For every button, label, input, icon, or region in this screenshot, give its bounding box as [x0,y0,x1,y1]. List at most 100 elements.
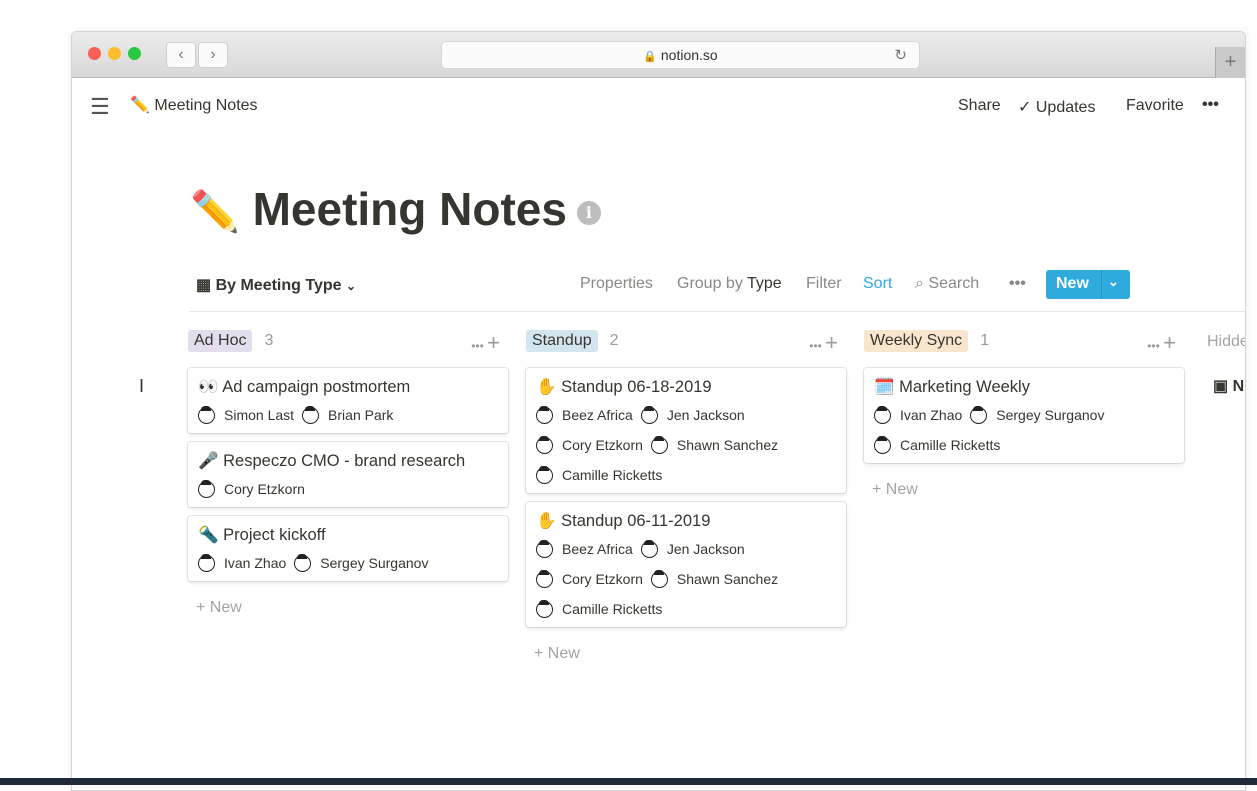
card-title-text: Ad campaign postmortem [222,378,411,396]
avatar [536,405,553,424]
add-new-card-button[interactable]: + New [864,481,1184,499]
chevron-down-icon: ⌄ [345,279,357,293]
share-button[interactable]: Share [958,97,1001,115]
page-title[interactable]: ✏️ Meeting Notes i [190,182,601,236]
add-new-label: New [209,599,242,616]
hidden-item[interactable]: ▣ N [1213,376,1244,396]
breadcrumb[interactable]: ✏️ Meeting Notes [130,95,258,115]
person: Ivan Zhao [874,405,962,425]
hidden-column-header[interactable]: Hidden [1207,333,1245,351]
hidden-item-label: N [1232,378,1245,395]
board-column: Ad Hoc 3 ••• + 👀 Ad campaign postmortem Simo… [188,330,508,617]
view-label: By Meeting Type [215,277,342,294]
browser-window: ‹ › 🔒 notion.so ↻ + ☰ ✏️ Meeting Notes Sh… [71,31,1246,791]
card[interactable]: 🗓️ Marketing Weekly Ivan Zhao Sergey Surga… [864,368,1184,463]
card-title-text: Marketing Weekly [899,378,1030,396]
hamburger-menu-icon[interactable]: ☰ [90,94,110,120]
card-emoji-icon: 🔦 [198,526,219,544]
person: Jen Jackson [640,405,745,425]
card-title: ✋ Standup 06-18-2019 [536,378,836,397]
person: Cory Etzkorn [536,569,643,589]
avatar [536,465,553,484]
column-more-icon[interactable]: ••• [471,339,487,353]
column-header: Ad Hoc 3 ••• + [188,330,508,356]
new-button[interactable]: New ⌄ [1046,270,1130,299]
avatar [198,553,215,572]
pencil-icon: ✏️ [130,97,150,114]
updates-label: Updates [1035,99,1096,116]
column-tag[interactable]: Ad Hoc [188,330,253,352]
minimize-window-button[interactable] [108,47,121,60]
person-name: Simon Last [224,407,295,423]
card-emoji-icon: ✋ [536,512,557,530]
plus-icon: + [872,481,886,498]
column-tag[interactable]: Weekly Sync [864,330,969,352]
lock-icon: 🔒 [643,51,657,63]
search-button[interactable]: ⌕ Search [915,275,979,293]
column-header: Weekly Sync 1 ••• + [864,330,1184,356]
avatar [302,405,320,424]
chevron-down-icon[interactable]: ⌄ [1108,274,1119,290]
column-tag[interactable]: Standup [526,330,598,352]
group-by-label: Group by [677,275,743,292]
updates-button[interactable]: ✓ Updates [1018,97,1095,117]
person-name: Shawn Sanchez [676,571,779,587]
view-selector[interactable]: ▦ By Meeting Type ⌄ [196,275,356,295]
card-title: 🎤 Respeczo CMO - brand research [198,452,498,471]
toolbar-divider [189,311,1245,312]
person: Shawn Sanchez [650,435,779,455]
person: Camille Ricketts [536,599,662,619]
column-more-icon[interactable]: ••• [809,339,825,353]
column-count: 2 [609,332,619,349]
card[interactable]: 🎤 Respeczo CMO - brand research Cory Etzk… [188,442,508,507]
more-icon[interactable]: ••• [1009,275,1026,293]
column-add-icon[interactable]: + [825,330,838,355]
reload-icon[interactable]: ↻ [894,42,907,69]
group-by-button[interactable]: Group by Type [677,275,782,293]
page-topbar: ☰ ✏️ Meeting Notes Share ✓ Updates Favor… [72,79,1245,134]
new-button-divider [1101,270,1102,299]
avatar [874,405,891,424]
card[interactable]: 👀 Ad campaign postmortem Simon Last Brian … [188,368,508,433]
browser-toolbar: ‹ › 🔒 notion.so ↻ + [72,32,1245,78]
card[interactable]: ✋ Standup 06-11-2019 Beez Africa Jen Jacks… [526,502,846,627]
column-more-icon[interactable]: ••• [1147,339,1163,353]
address-bar[interactable]: 🔒 notion.so ↻ [441,41,920,69]
card-people: Beez Africa Jen Jackson Cory Etzkorn Shawn … [536,539,836,619]
person: Brian Park [302,405,393,425]
card-title: ✋ Standup 06-11-2019 [536,512,836,531]
column-add-icon[interactable]: + [1163,330,1176,355]
card[interactable]: ✋ Standup 06-18-2019 Beez Africa Jen Jacks… [526,368,846,493]
card-people: Cory Etzkorn [198,479,498,499]
avatar [198,479,215,498]
zoom-window-button[interactable] [128,47,141,60]
search-icon: ⌕ [915,275,924,292]
info-icon[interactable]: i [576,200,601,225]
person-name: Camille Ricketts [900,437,1001,453]
board-column: Weekly Sync 1 ••• + 🗓️ Marketing Weekly Ivan… [864,330,1184,499]
card[interactable]: 🔦 Project kickoff Ivan Zhao Sergey Surgano… [188,516,508,581]
more-options-icon[interactable]: ••• [1202,96,1219,114]
favorite-button[interactable]: Favorite [1126,97,1184,115]
avatar [294,553,312,572]
close-window-button[interactable] [88,47,101,60]
forward-button[interactable]: › [198,42,228,68]
sort-button[interactable]: Sort [863,275,892,293]
properties-button[interactable]: Properties [580,275,653,293]
add-new-card-button[interactable]: + New [526,645,846,663]
column-add-icon[interactable]: + [487,330,500,355]
person-name: Shawn Sanchez [676,437,779,453]
card-people: Ivan Zhao Sergey Surganov [198,553,498,573]
card-title: 🗓️ Marketing Weekly [874,378,1174,397]
new-button-label: New [1056,275,1089,292]
person: Ivan Zhao [198,553,286,573]
card-emoji-icon: 👀 [198,378,219,396]
filter-button[interactable]: Filter [806,275,842,293]
add-new-card-button[interactable]: + New [188,599,508,617]
new-tab-button[interactable]: + [1215,47,1245,78]
person-name: Brian Park [328,407,394,423]
card-title-text: Respeczo CMO - brand research [223,452,466,470]
card-title: 🔦 Project kickoff [198,526,498,545]
card-title: 👀 Ad campaign postmortem [198,378,498,397]
back-button[interactable]: ‹ [166,42,196,68]
